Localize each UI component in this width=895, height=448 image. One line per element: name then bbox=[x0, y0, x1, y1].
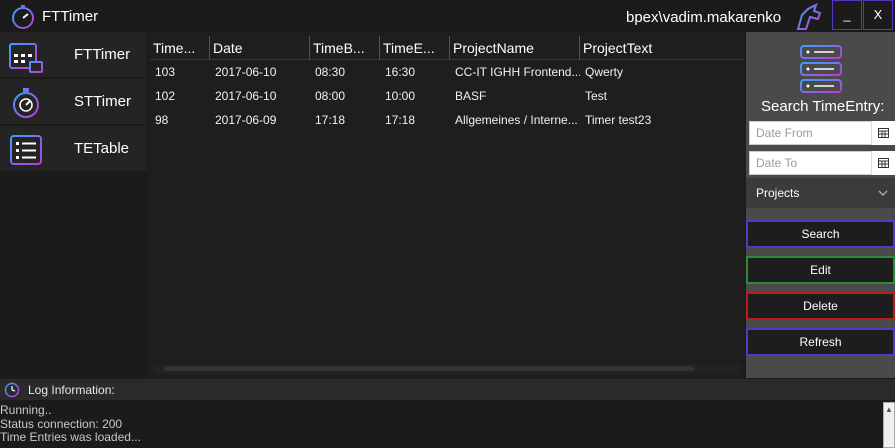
cell-id: 98 bbox=[155, 113, 169, 127]
title-bar: FTTimer bpex\vadim.makarenko _ X bbox=[0, 0, 895, 32]
log-scrollbar[interactable]: ▲ bbox=[883, 402, 895, 448]
nav-label-tetable: TETable bbox=[74, 140, 130, 157]
cell-text: Qwerty bbox=[585, 65, 624, 79]
cell-begin: 08:00 bbox=[315, 89, 346, 103]
cell-end: 16:30 bbox=[385, 65, 416, 79]
cell-id: 102 bbox=[155, 89, 176, 103]
stopwatch-icon bbox=[12, 5, 34, 29]
cell-project: CC-IT IGHH Frontend... bbox=[455, 65, 580, 79]
cell-project: BASF bbox=[455, 89, 487, 103]
log-header: Log Information: bbox=[0, 379, 895, 400]
cell-date: 2017-06-10 bbox=[215, 65, 277, 79]
column-header-date[interactable]: Date bbox=[210, 36, 310, 60]
horizontal-scrollbar[interactable] bbox=[154, 364, 740, 374]
minimize-button[interactable]: _ bbox=[832, 0, 862, 30]
edit-button[interactable]: Edit bbox=[746, 256, 895, 284]
cell-end: 17:18 bbox=[385, 113, 416, 127]
user-name: bpex\vadim.makarenko bbox=[626, 9, 782, 26]
log-line: Running.. bbox=[0, 403, 52, 417]
delete-button[interactable]: Delete bbox=[746, 292, 895, 320]
time-entry-table: Time... Date TimeB... TimeE... ProjectNa… bbox=[150, 32, 744, 378]
clock-icon bbox=[4, 382, 20, 398]
search-panel: Search TimeEntry: Projects Search Edit D… bbox=[746, 32, 895, 378]
server-icon bbox=[800, 45, 842, 93]
calendar-icon bbox=[9, 43, 43, 73]
chevron-down-icon bbox=[878, 190, 888, 197]
close-button[interactable]: X bbox=[863, 0, 893, 30]
search-title: Search TimeEntry: bbox=[761, 98, 885, 115]
sidebar: FTTimer STTimer TETable bbox=[0, 32, 146, 378]
table-header: Time... Date TimeB... TimeE... ProjectNa… bbox=[150, 36, 744, 60]
cell-text: Test bbox=[585, 89, 608, 103]
log-line: Status connection: 200 bbox=[0, 417, 123, 431]
date-from-calendar-button[interactable] bbox=[871, 121, 895, 145]
projects-dropdown-label: Projects bbox=[756, 186, 800, 200]
log-line: Time Entries was loaded... bbox=[0, 430, 141, 444]
stopwatch-icon bbox=[13, 88, 39, 118]
calendar-icon bbox=[878, 128, 889, 138]
projects-dropdown[interactable]: Projects bbox=[746, 178, 895, 208]
scrollbar-thumb[interactable] bbox=[164, 366, 694, 371]
scroll-up-arrow-icon[interactable]: ▲ bbox=[885, 405, 893, 414]
unicorn-icon bbox=[796, 3, 822, 30]
calendar-icon bbox=[878, 158, 889, 168]
table-row[interactable]: 102 2017-06-10 08:00 10:00 BASF Test bbox=[150, 84, 744, 108]
nav-item-tetable[interactable]: TETable bbox=[0, 126, 146, 172]
nav-label-fttimer: FTTimer bbox=[74, 46, 131, 63]
cell-begin: 08:30 bbox=[315, 65, 346, 79]
cell-date: 2017-06-10 bbox=[215, 89, 277, 103]
app-title: FTTimer bbox=[42, 8, 99, 25]
table-row[interactable]: 98 2017-06-09 17:18 17:18 Allgemeines / … bbox=[150, 108, 744, 132]
column-header-timeend[interactable]: TimeE... bbox=[380, 36, 450, 60]
log-output[interactable]: Running.. Status connection: 200 Time En… bbox=[0, 400, 895, 448]
log-title: Log Information: bbox=[28, 383, 115, 397]
table-row[interactable]: 103 2017-06-10 08:30 16:30 CC-IT IGHH Fr… bbox=[150, 60, 744, 84]
refresh-button[interactable]: Refresh bbox=[746, 328, 895, 356]
column-header-projectname[interactable]: ProjectName bbox=[450, 36, 580, 60]
cell-project: Allgemeines / Interne... bbox=[455, 113, 578, 127]
nav-label-sttimer: STTimer bbox=[74, 93, 131, 110]
list-icon bbox=[10, 135, 42, 165]
cell-text: Timer test23 bbox=[585, 113, 652, 127]
cell-end: 10:00 bbox=[385, 89, 416, 103]
nav-item-fttimer[interactable]: FTTimer bbox=[0, 32, 146, 78]
nav-item-sttimer[interactable]: STTimer bbox=[0, 79, 146, 125]
cell-id: 103 bbox=[155, 65, 176, 79]
column-header-projecttext[interactable]: ProjectText bbox=[580, 36, 744, 60]
search-button[interactable]: Search bbox=[746, 220, 895, 248]
column-header-timeentryid[interactable]: Time... bbox=[150, 36, 210, 60]
cell-begin: 17:18 bbox=[315, 113, 346, 127]
column-header-timebegin[interactable]: TimeB... bbox=[310, 36, 380, 60]
cell-date: 2017-06-09 bbox=[215, 113, 277, 127]
date-to-calendar-button[interactable] bbox=[871, 151, 895, 175]
